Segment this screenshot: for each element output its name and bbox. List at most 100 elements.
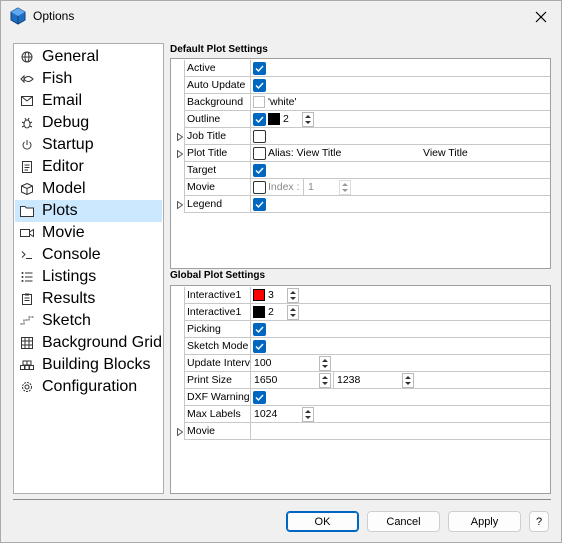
sidebar-item-email[interactable]: Email [15,90,162,112]
plot-title-value[interactable]: View Title [423,146,468,161]
sidebar-item-movie[interactable]: Movie [15,222,162,244]
update-interval-spinner[interactable] [319,356,331,371]
gear-icon [20,380,34,394]
print-width-value[interactable]: 1650 [254,373,277,388]
check-icon [255,82,264,90]
terminal-icon [20,248,34,262]
check-icon [255,65,264,73]
interactive1-color-swatch[interactable] [253,289,265,301]
max-labels-value[interactable]: 1024 [254,407,277,422]
sidebar-item-debug[interactable]: Debug [15,112,162,134]
check-icon [255,167,264,175]
sidebar-item-console[interactable]: Console [15,244,162,266]
property-name: Interactive1 [184,304,251,321]
power-icon [20,138,34,152]
plot-title-checkbox[interactable] [253,147,266,160]
window-title: Options [33,9,75,23]
outline-width-value[interactable]: 2 [283,112,289,127]
property-name: Plot Title [184,145,251,162]
cube-icon [20,182,34,196]
interactive1-spinner[interactable] [287,288,299,303]
sidebar-item-label: Results [42,290,96,307]
property-row-interactive1: Interactive1 3 [171,287,550,304]
sidebar-item-label: Fish [42,70,73,87]
movie-checkbox[interactable] [253,181,266,194]
ok-button[interactable]: OK [286,511,359,532]
sidebar-item-background-grid[interactable]: Background Grid [15,332,162,354]
sidebar-item-building-blocks[interactable]: Building Blocks [15,354,162,376]
active-checkbox[interactable] [253,62,266,75]
sidebar-item-general[interactable]: General [15,46,162,68]
property-name: Sketch Mode [184,338,251,355]
sidebar-item-label: Email [42,92,83,109]
divider [13,499,551,500]
background-value[interactable]: 'white' [268,95,297,110]
sidebar-item-plots[interactable]: Plots [15,200,162,222]
property-row-background: Background 'white' [171,94,550,111]
sidebar-item-model[interactable]: Model [15,178,162,200]
sketch-mode-checkbox[interactable] [253,340,266,353]
sidebar-item-label: Listings [42,268,97,285]
global-plot-settings-title: Global Plot Settings [170,270,266,281]
expand-arrow-icon[interactable] [177,427,184,437]
property-name: Movie [184,423,251,440]
dxf-warning-checkbox[interactable] [253,391,266,404]
sidebar-item-label: Editor [42,158,84,175]
help-button[interactable]: ? [529,511,549,532]
target-checkbox[interactable] [253,164,266,177]
sidebar-item-editor[interactable]: Editor [15,156,162,178]
print-width-spinner[interactable] [319,373,331,388]
print-height-spinner[interactable] [402,373,414,388]
job-title-checkbox[interactable] [253,130,266,143]
default-plot-settings-title: Default Plot Settings [170,44,268,55]
picking-checkbox[interactable] [253,323,266,336]
blocks-icon [20,358,34,372]
interactive2-spinner[interactable] [287,305,299,320]
options-dialog: Options General Fish Email Debug Startup… [0,0,562,543]
print-height-value[interactable]: 1238 [337,373,360,388]
expand-arrow-icon[interactable] [177,132,184,142]
outline-width-spinner[interactable] [302,112,314,127]
sidebar-item-configuration[interactable]: Configuration [15,376,162,398]
outline-color-swatch[interactable] [268,113,280,125]
movie-index-value: 1 [308,181,314,193]
property-name: Update Interv [184,355,251,372]
interactive2-value[interactable]: 2 [268,305,274,320]
cancel-button[interactable]: Cancel [367,511,440,532]
sketch-icon [20,314,34,328]
sidebar-item-label: Sketch [42,312,91,329]
interactive1-value[interactable]: 3 [268,288,274,303]
background-color-swatch[interactable] [253,96,265,108]
interactive2-color-swatch[interactable] [253,306,265,318]
property-row-picking: Picking [171,321,550,338]
sidebar-item-sketch[interactable]: Sketch [15,310,162,332]
movie-index-spinner [339,180,351,195]
grid-icon [20,336,34,350]
close-button[interactable] [529,5,553,29]
auto-update-checkbox[interactable] [253,79,266,92]
apply-button[interactable]: Apply [448,511,521,532]
sidebar-item-startup[interactable]: Startup [15,134,162,156]
expand-arrow-icon[interactable] [177,200,184,210]
sidebar-item-listings[interactable]: Listings [15,266,162,288]
property-row-sketch-mode: Sketch Mode [171,338,550,355]
sidebar-item-label: Movie [42,224,85,241]
property-name: Auto Update [184,77,251,94]
property-row-target: Target [171,162,550,179]
plot-title-alias: Alias: View Title [268,147,342,159]
folder-icon [20,204,34,218]
category-list: General Fish Email Debug Startup Editor … [13,43,164,494]
expand-arrow-icon[interactable] [177,149,184,159]
property-name: Background [184,94,251,111]
sidebar-item-fish[interactable]: Fish [15,68,162,90]
legend-checkbox[interactable] [253,198,266,211]
sidebar-item-results[interactable]: Results [15,288,162,310]
max-labels-spinner[interactable] [302,407,314,422]
sidebar-item-label: Debug [42,114,90,131]
property-row-auto-update: Auto Update [171,77,550,94]
globe-icon [20,50,34,64]
update-interval-value[interactable]: 100 [254,356,272,371]
property-row-max-labels: Max Labels 1024 [171,406,550,423]
sidebar-item-label: Building Blocks [42,356,151,373]
outline-checkbox[interactable] [253,113,266,126]
